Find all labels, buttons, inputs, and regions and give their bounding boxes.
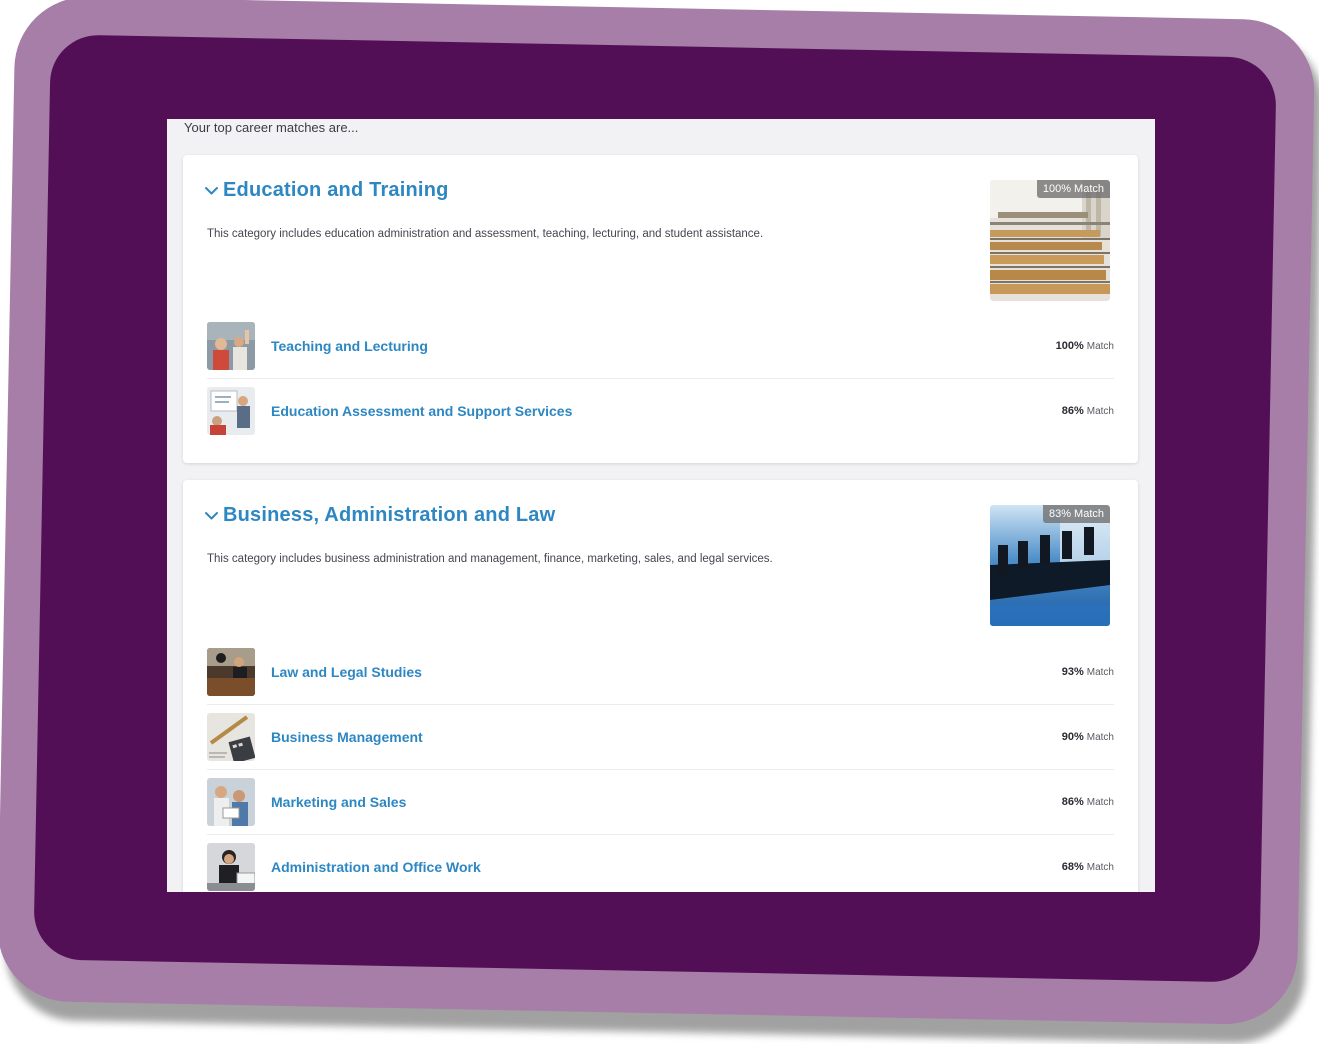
category-match-badge: 83% Match <box>1042 505 1110 523</box>
category-description: This category includes business administ… <box>207 553 773 565</box>
subcategory-row[interactable]: Administration and Office Work 68% Match <box>207 835 1114 892</box>
subcategory-match: 100% Match <box>1056 340 1114 352</box>
subcategory-row[interactable]: Education Assessment and Support Service… <box>207 379 1114 443</box>
subcategory-match: 68% Match <box>1062 861 1114 873</box>
category-match-badge: 100% Match <box>1036 180 1110 198</box>
match-percentage: 86% <box>1061 405 1084 417</box>
subcategory-link[interactable]: Teaching and Lecturing <box>271 338 428 354</box>
classroom-thumbnail <box>207 322 255 370</box>
courtroom-thumbnail <box>207 648 255 696</box>
match-percentage: 100% <box>1055 340 1084 352</box>
subcategory-match: 90% Match <box>1062 731 1114 743</box>
match-label: Match <box>1086 667 1114 678</box>
category-card-business: Business, Administration and Law This ca… <box>183 480 1138 892</box>
intro-text: Your top career matches are... <box>184 120 359 135</box>
match-label: Match <box>1086 341 1114 352</box>
app-screen: Your top career matches are... Education… <box>167 119 1155 892</box>
subcategory-link[interactable]: Business Management <box>271 729 423 745</box>
chevron-down-icon[interactable] <box>204 183 219 198</box>
subcategory-match: 86% Match <box>1062 405 1114 417</box>
category-card-education: Education and Training This category inc… <box>183 155 1138 463</box>
match-label: Match <box>1086 797 1114 808</box>
lecture-hall-image: 100% Match <box>990 180 1110 301</box>
match-percentage: 90% <box>1061 731 1084 743</box>
match-label: Match <box>1086 406 1114 417</box>
category-title[interactable]: Business, Administration and Law <box>223 504 555 527</box>
whiteboard-presentation-thumbnail <box>207 387 255 435</box>
category-title[interactable]: Education and Training <box>223 179 449 202</box>
subcategory-match: 93% Match <box>1062 666 1114 678</box>
match-label: Match <box>1086 862 1114 873</box>
subcategory-link[interactable]: Administration and Office Work <box>271 859 481 875</box>
category-description: This category includes education adminis… <box>207 228 764 240</box>
match-label: Match <box>1086 732 1114 743</box>
subcategory-link[interactable]: Law and Legal Studies <box>271 664 422 680</box>
subcategory-row[interactable]: Teaching and Lecturing 100% Match <box>207 314 1114 379</box>
sales-meeting-thumbnail <box>207 778 255 826</box>
match-percentage: 93% <box>1061 666 1084 678</box>
chevron-down-icon[interactable] <box>204 508 219 523</box>
subcategory-list: Law and Legal Studies 93%Match Business <box>207 640 1114 892</box>
calculator-pen-thumbnail <box>207 713 255 761</box>
category-header[interactable]: Business, Administration and Law <box>204 504 555 527</box>
match-percentage: 68% <box>1061 861 1084 873</box>
subcategory-match: 86% Match <box>1062 796 1114 808</box>
subcategory-row[interactable]: Marketing and Sales 86% Match <box>207 770 1114 835</box>
subcategory-row[interactable]: Law and Legal Studies 93% Match <box>207 640 1114 705</box>
subcategory-link[interactable]: Education Assessment and Support Service… <box>271 403 572 419</box>
subcategory-row[interactable]: Business Management 90% Match <box>207 705 1114 770</box>
office-worker-thumbnail <box>207 843 255 891</box>
subcategory-link[interactable]: Marketing and Sales <box>271 794 406 810</box>
boardroom-image: 83% Match <box>990 505 1110 626</box>
match-percentage: 86% <box>1061 796 1084 808</box>
category-header[interactable]: Education and Training <box>204 179 449 202</box>
subcategory-list: Teaching and Lecturing 100% Match Educat… <box>207 314 1114 443</box>
